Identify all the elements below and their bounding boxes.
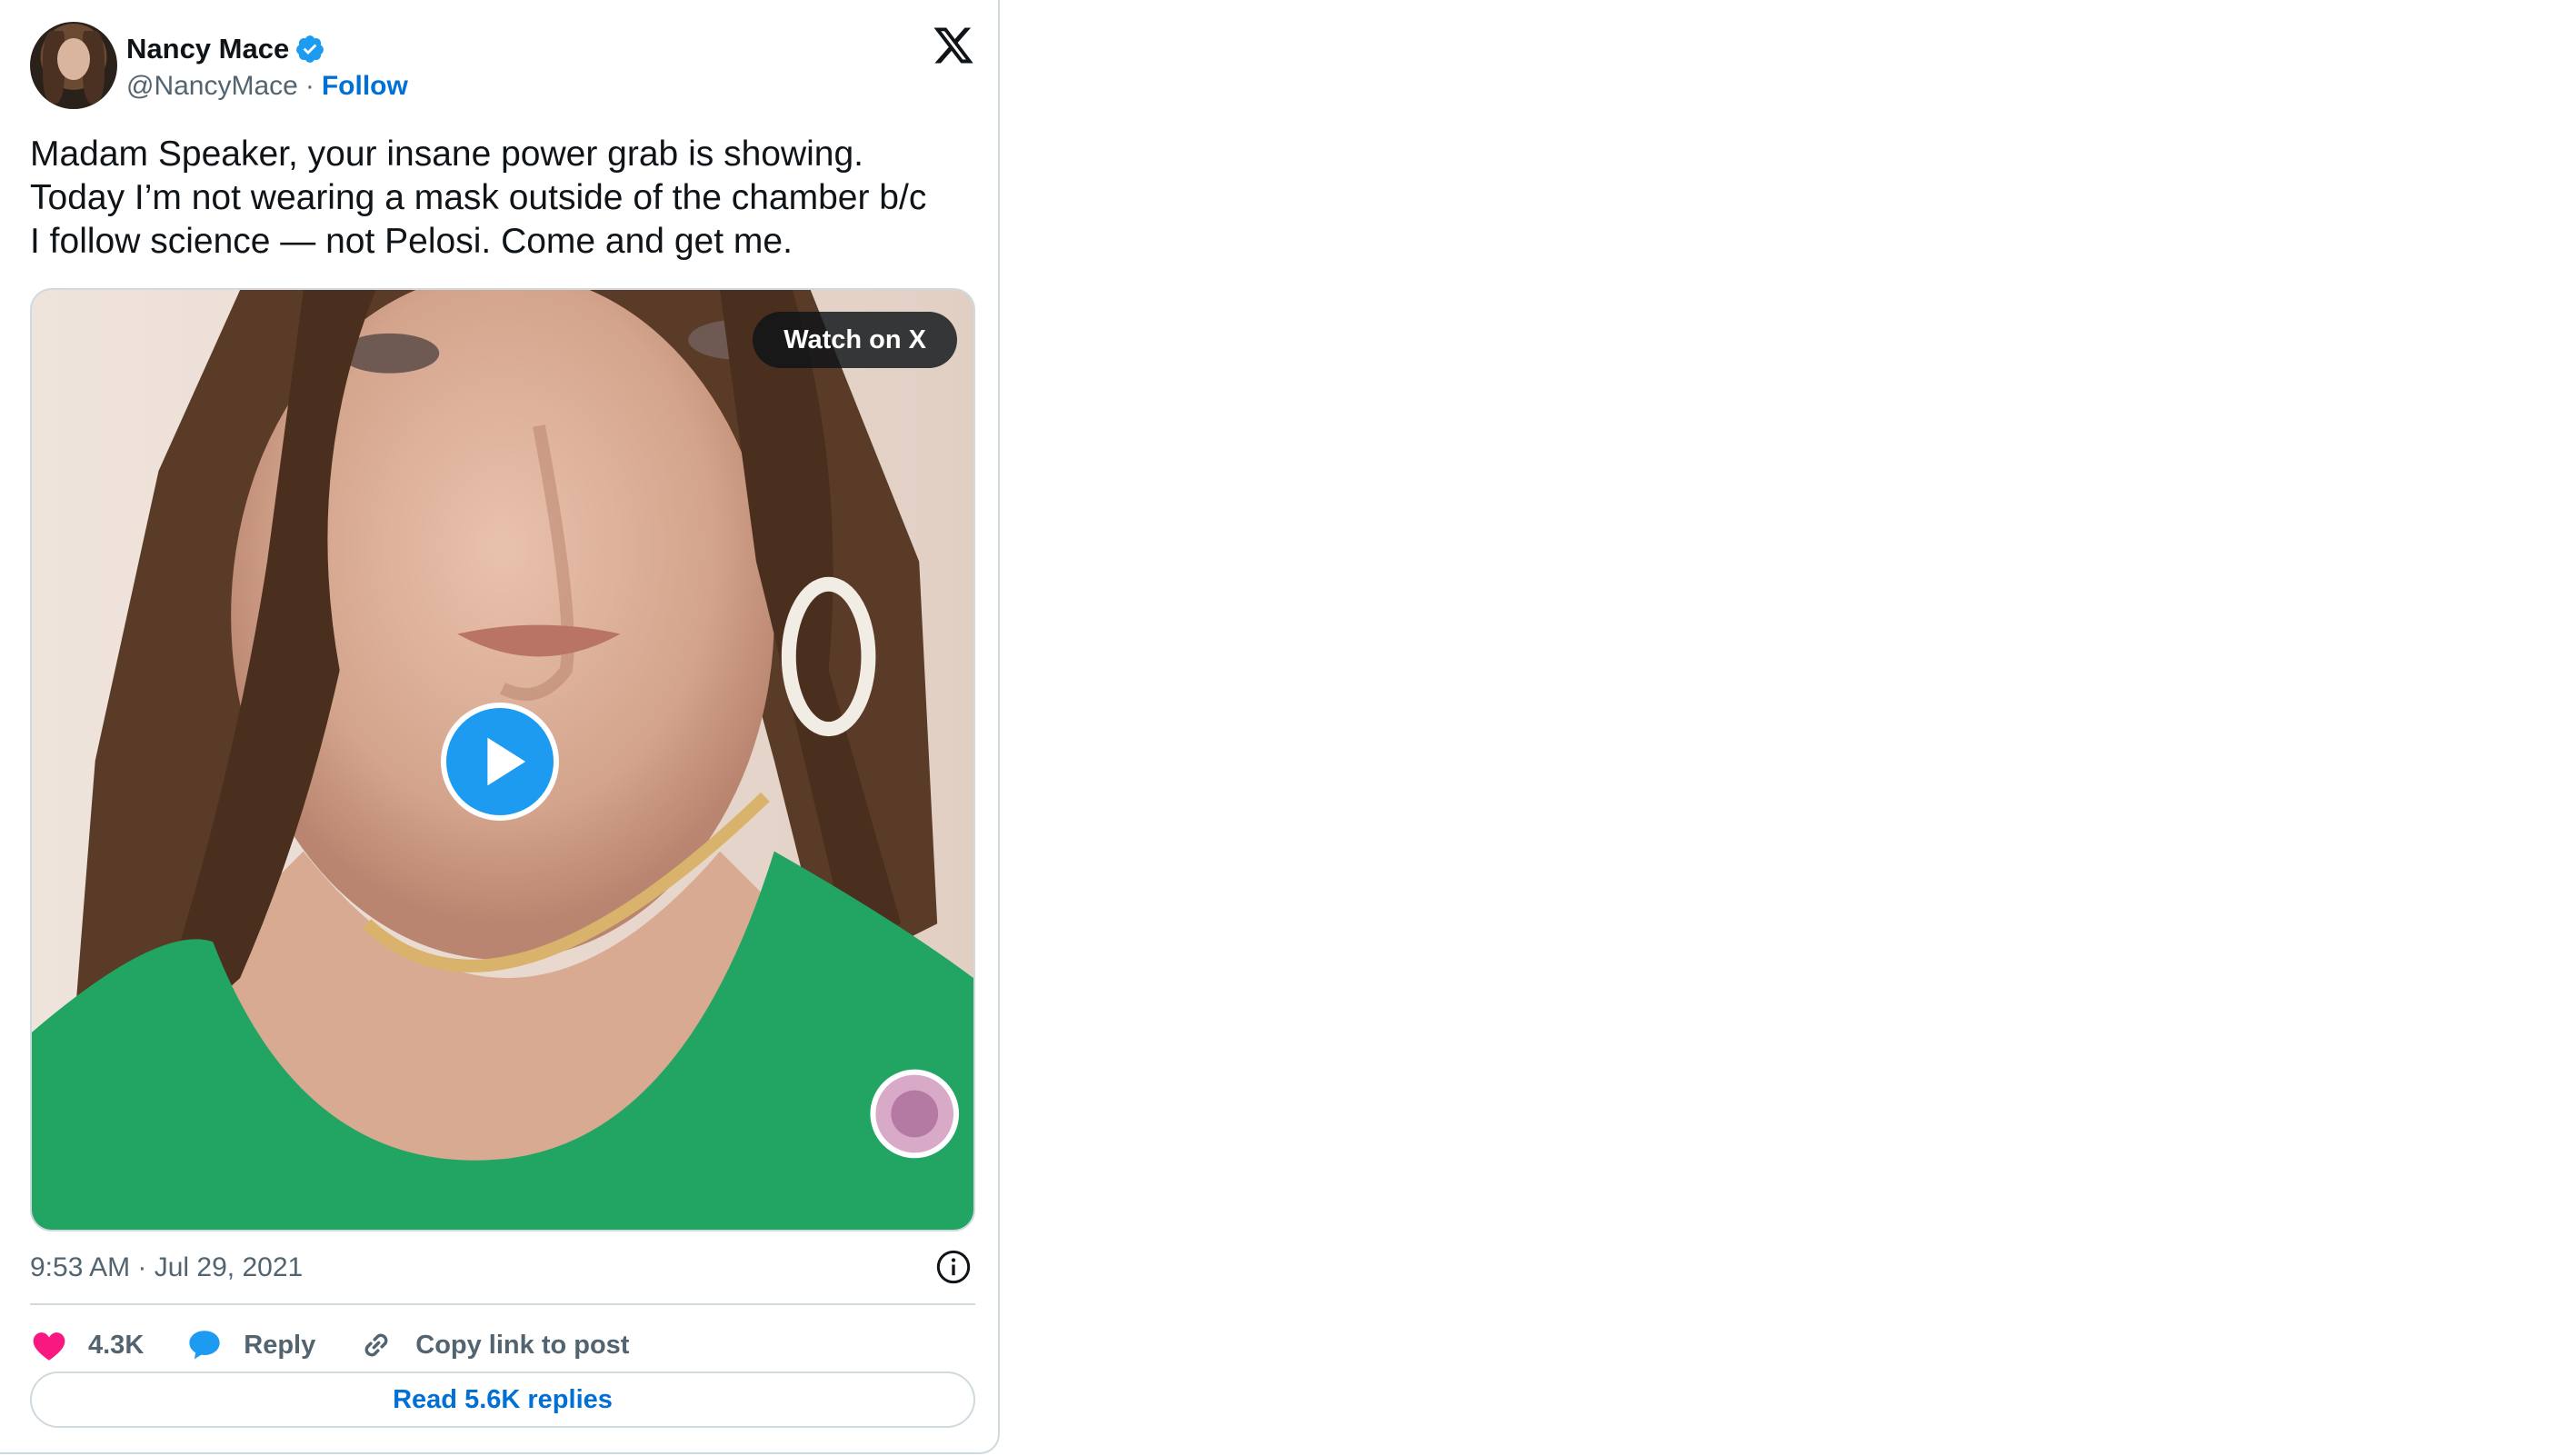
follow-button[interactable]: Follow bbox=[322, 71, 408, 102]
avatar[interactable] bbox=[30, 22, 117, 109]
link-icon bbox=[364, 1333, 388, 1357]
verified-badge-icon bbox=[296, 35, 324, 63]
meta-row: 9:53 AM · Jul 29, 2021 bbox=[30, 1249, 975, 1289]
reply-button[interactable]: Reply bbox=[185, 1326, 315, 1364]
speech-bubble-icon bbox=[189, 1331, 220, 1360]
tweet-text: Madam Speaker, your insane power grab is… bbox=[30, 135, 927, 261]
timestamp-link[interactable]: 9:53 AM · Jul 29, 2021 bbox=[30, 1252, 303, 1283]
avatar-face bbox=[57, 38, 90, 80]
play-button[interactable] bbox=[441, 703, 559, 821]
video-media[interactable]: Watch on X bbox=[30, 288, 975, 1232]
name-row: Nancy Mace bbox=[126, 31, 325, 67]
heart-icon bbox=[33, 1332, 65, 1361]
action-bar: 4.3K Reply Copy link to post bbox=[30, 1318, 671, 1372]
play-icon bbox=[487, 737, 526, 786]
handle-row: @NancyMace · Follow bbox=[126, 71, 408, 102]
separator-dot: · bbox=[304, 71, 314, 101]
watch-on-x-button[interactable]: Watch on X bbox=[753, 312, 957, 368]
reply-label: Reply bbox=[244, 1330, 316, 1360]
author-display-name[interactable]: Nancy Mace bbox=[126, 33, 289, 65]
tweet-embed-card: Nancy Mace @NancyMace · Follow Madam Spe… bbox=[0, 0, 1000, 1454]
divider bbox=[30, 1303, 975, 1305]
like-count: 4.3K bbox=[88, 1330, 145, 1360]
read-replies-button[interactable]: Read 5.6K replies bbox=[30, 1371, 975, 1428]
info-icon[interactable] bbox=[935, 1249, 972, 1285]
copy-link-button[interactable]: Copy link to post bbox=[357, 1326, 629, 1364]
like-button[interactable]: 4.3K bbox=[30, 1326, 144, 1364]
x-logo-icon[interactable] bbox=[932, 24, 975, 67]
tweet-header: Nancy Mace @NancyMace · Follow bbox=[30, 22, 975, 113]
author-handle[interactable]: @NancyMace bbox=[126, 71, 298, 102]
copy-link-label: Copy link to post bbox=[415, 1330, 630, 1360]
